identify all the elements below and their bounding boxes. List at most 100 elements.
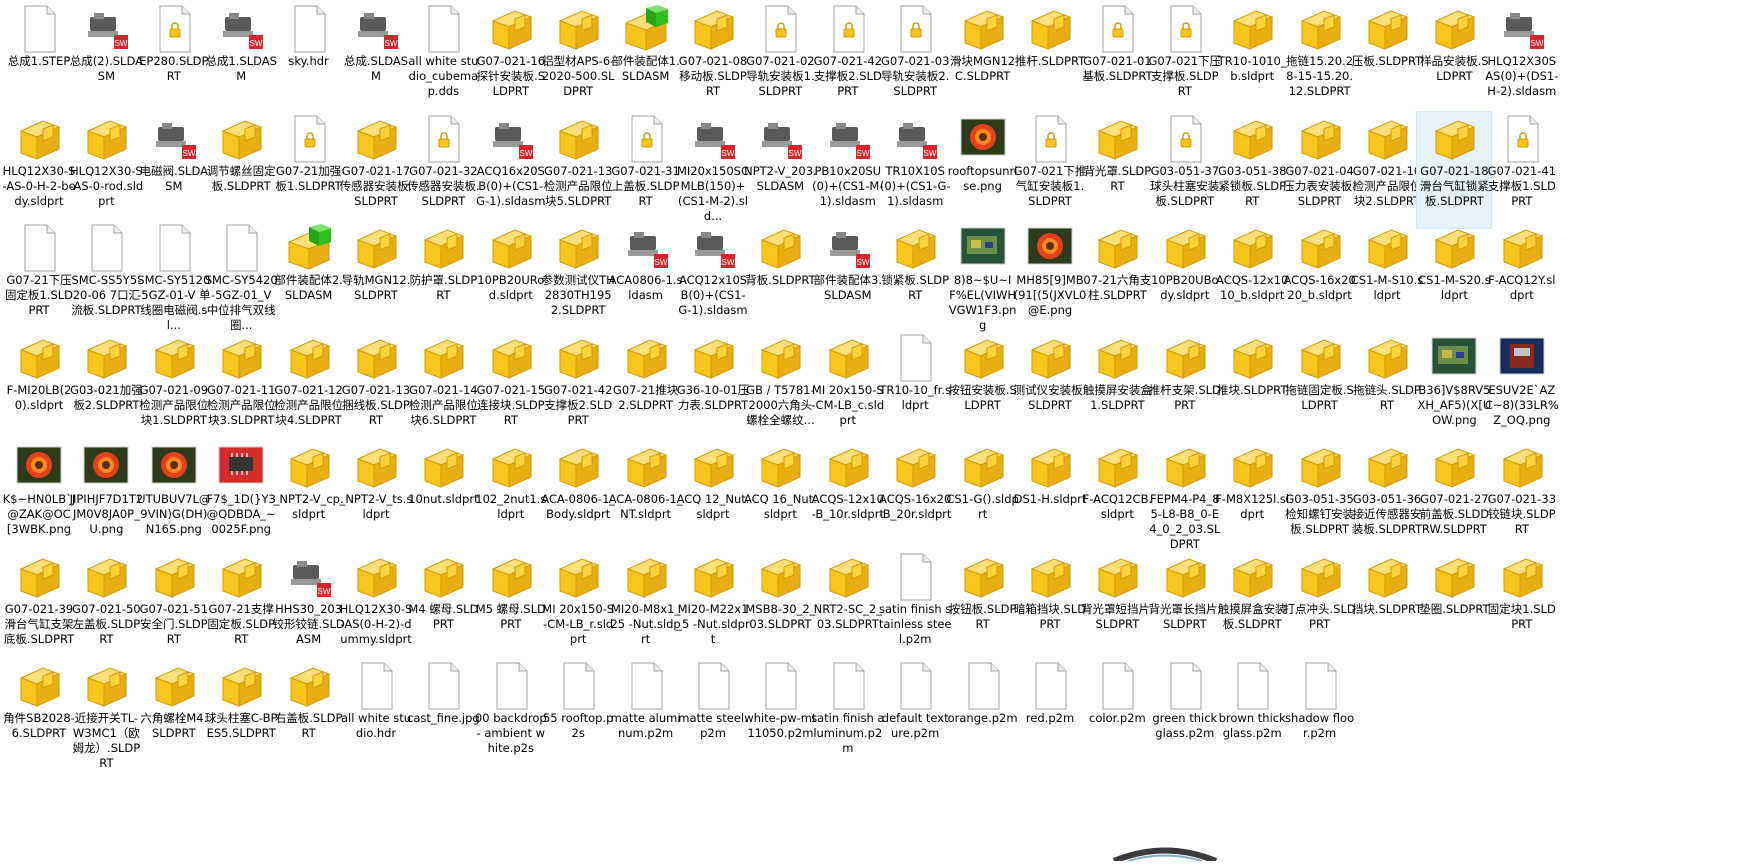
file-item[interactable]: JIPIHJF7D1T2JM0V8JA0P_U.png <box>69 440 143 556</box>
file-item[interactable]: G07-021-33铰链块.SLDPRT <box>1485 440 1559 556</box>
file-item[interactable]: 10nut.sldprt <box>406 440 480 556</box>
file-item[interactable]: SW HHS30_203铰形铰链.SLDASM <box>272 550 346 666</box>
file-item[interactable]: 拖链固定板.SLDPRT <box>1283 331 1357 447</box>
file-item[interactable]: G07-021下推气缸安装板1.SLDPRT <box>1013 112 1087 228</box>
file-item[interactable]: satin finish aluminum.p2m <box>811 659 885 775</box>
file-item[interactable]: HLQ12X30-S-AS(0-H-2)-dummy.sldprt <box>339 550 413 666</box>
file-item[interactable]: G07-021-39滑台气缸支架底板.SLDPRT <box>2 550 76 666</box>
file-item[interactable]: 打点冲头.SLDPRT <box>1283 550 1357 666</box>
file-item[interactable]: M4 螺母.SLDPRT <box>406 550 480 666</box>
file-item[interactable]: G07-021-13检测产品限位块5.SLDPRT <box>541 112 615 228</box>
file-item[interactable]: G07-021-42 支撑板2.SLDPRT <box>541 331 615 447</box>
file-item[interactable]: orange.p2m <box>946 659 1020 775</box>
file-item[interactable]: 防护罩.SLDPRT <box>406 221 480 337</box>
file-item[interactable]: SW ACQ12x10SB(0)+(CS1-G-1).sldasm <box>676 221 750 337</box>
file-item[interactable]: TR10-10_fr.sldprt <box>878 331 952 447</box>
file-item[interactable]: G07-21下压固定板1.SLDPRT <box>2 221 76 337</box>
file-item[interactable]: G07-021-09 检测产品限位块1.SLDPRT <box>137 331 211 447</box>
file-item[interactable]: ACQS-16x2020_b.sldprt <box>1283 221 1357 337</box>
file-item[interactable]: all white studio.hdr <box>339 659 413 775</box>
file-item[interactable]: F7$_1D(}Y3@QDBDA_~0025F.png <box>204 440 278 556</box>
file-item[interactable]: F-ACQ12Y.sldprt <box>1485 221 1559 337</box>
file-item[interactable]: G07-021-16探针安装板.SLDPRT <box>474 2 548 118</box>
file-item[interactable]: red.p2m <box>1013 659 1087 775</box>
file-item[interactable]: G07-021-10 检测产品限位块2.SLDPRT <box>1350 112 1424 228</box>
file-item[interactable]: shadow floor.p2m <box>1283 659 1357 775</box>
file-item[interactable]: G07-021-13捆线板.SLDPRT <box>339 331 413 447</box>
file-item[interactable]: MI 20x150-S-CM-LB_r.sldprt <box>541 550 615 666</box>
file-item[interactable]: 挡块.SLDPRT <box>1350 550 1424 666</box>
file-item[interactable]: K$~HN0LB`J@ZAK@OC[3WBK.png <box>2 440 76 556</box>
file-item[interactable]: G07-021-31上盖板.SLDPRT <box>609 112 683 228</box>
file-item[interactable]: G07-021下压支撑板.SLDPRT <box>1148 2 1222 118</box>
file-item[interactable]: HLQ12X30-S-AS-0-rod.sldprt <box>69 112 143 228</box>
file-item[interactable]: 总成1.STEP <box>2 2 76 118</box>
file-item[interactable]: SMC-SY5420-5GZ-01_V 中位排气双线圈... <box>204 221 278 337</box>
file-item[interactable]: ACQS-12x1010_b.sldprt <box>1215 221 1289 337</box>
file-item[interactable]: 背光罩长挡片.SLDPRT <box>1148 550 1222 666</box>
file-item[interactable]: 8)8~$U~IF%EL(VIWHVGW1F3.png <box>946 221 1020 337</box>
file-item[interactable]: 按钮板.SLDPRT <box>946 550 1020 666</box>
file-item[interactable]: SW ACQ16x20SB(0)+(CS1-G-1).sldasm <box>474 112 548 228</box>
file-item[interactable]: _NPT2-V_ts.sldprt <box>339 440 413 556</box>
file-item[interactable]: G03-051-35检知螺钉安装板.SLDPRT <box>1283 440 1357 556</box>
file-item[interactable]: F-ACQ12CB.sldprt <box>1080 440 1154 556</box>
file-item[interactable]: SW ACA0806-1.sldasm <box>609 221 683 337</box>
file-item[interactable]: G07-21加强板1.SLDPRT <box>272 112 346 228</box>
file-item[interactable]: satin finish stainless steel.p2m <box>878 550 952 666</box>
file-item[interactable]: 调节螺丝固定板.SLDPRT <box>204 112 278 228</box>
file-item[interactable]: 55 rooftop.p2s <box>541 659 615 775</box>
file-item[interactable]: 10PB20UBody.sldprt <box>1148 221 1222 337</box>
file-item[interactable]: EP280.SLDPRT <box>137 2 211 118</box>
file-item[interactable]: 样品安装板.SLDPRT <box>1417 2 1491 118</box>
file-item[interactable]: 推杆.SLDPRT <box>1013 2 1087 118</box>
file-item[interactable]: G03-051-38紧锁板.SLDPRT <box>1215 112 1289 228</box>
file-item[interactable]: G07-021-18滑台气缸锁紧板.SLDPRT <box>1416 110 1493 229</box>
file-item[interactable]: FEPM4-P4_85-L8-B8_0-E4_0_2_03.SLDPRT <box>1148 440 1222 556</box>
file-item[interactable]: 暗箱挡块.SLDPRT <box>1013 550 1087 666</box>
file-item[interactable]: G03-051-37 球头柱塞安装板.SLDPRT <box>1148 112 1222 228</box>
file-item[interactable]: CS1-M-S20.sldprt <box>1417 221 1491 337</box>
file-item[interactable]: G07-021-15连接块.SLDPRT <box>474 331 548 447</box>
file-item[interactable]: all white studio_cubemap.dds <box>406 2 480 118</box>
file-item[interactable]: G07-021-50 左盖板.SLDPRT <box>69 550 143 666</box>
file-item[interactable]: ACA-0806-1_NT.sldprt <box>609 440 683 556</box>
file-item[interactable]: default texture.p2m <box>878 659 952 775</box>
file-item[interactable]: ACQS-12x10-B_10r.sldprt <box>811 440 885 556</box>
file-item[interactable]: _NPT2-V_cp.sldprt <box>272 440 346 556</box>
file-item[interactable]: 滑块MGN12C.SLDPRT <box>946 2 1020 118</box>
file-item[interactable]: G07-021-11检测产品限位块3.SLDPRT <box>204 331 278 447</box>
file-item[interactable]: G03-021加强板2.SLDPRT <box>69 331 143 447</box>
file-item[interactable]: SMC-SS5Y5-20-06 7口汇流板.SLDPRT <box>69 221 143 337</box>
file-item[interactable]: G03-051-36接近传感器安装板.SLDPRT <box>1350 440 1424 556</box>
file-item[interactable]: SW 总成1.SLDASM <box>204 2 278 118</box>
file-item[interactable]: SW NPT2-V_203.SLDASM <box>743 112 817 228</box>
file-item[interactable]: G36-10-01压力表.SLDPRT <box>676 331 750 447</box>
file-item[interactable]: G07-021-04压力表安装板.SLDPRT <box>1283 112 1357 228</box>
file-item[interactable]: white-pw-mt11050.p2m <box>743 659 817 775</box>
file-item[interactable]: UTUBUV7L@9VIN)G(DH)N16S.png <box>137 440 211 556</box>
file-item[interactable]: HLQ12X30-S-AS-0-H-2-body.sldprt <box>2 112 76 228</box>
file-item[interactable]: G07-21推块2.SLDPRT <box>609 331 683 447</box>
file-item[interactable]: 推块.SLDPRT <box>1215 331 1289 447</box>
file-item[interactable]: B36]V$8RV5XH_AF5)(X[UOW.png <box>1417 331 1491 447</box>
file-item[interactable]: G07-021-41支撑板1.SLDPRT <box>1485 112 1559 228</box>
file-item[interactable]: 触摸屏安装盒1.SLDPRT <box>1080 331 1154 447</box>
file-item[interactable]: 近接开关TL-W3MC1（欧姆龙）.SLDPRT <box>69 659 143 775</box>
file-item[interactable]: cast_fine.jpg <box>406 659 480 775</box>
file-item[interactable]: NRT2-SC_2_03.SLDPRT <box>811 550 885 666</box>
file-item[interactable]: 触摸屏盒安装板.SLDPRT <box>1215 550 1289 666</box>
file-item[interactable]: 右盖板.SLDPRT <box>272 659 346 775</box>
file-item[interactable]: ESUV2E`AZC~8)(33LR%Z_OQ.png <box>1485 331 1559 447</box>
file-item[interactable]: F-M8X125l.sldprt <box>1215 440 1289 556</box>
file-item[interactable]: 铝型材APS-6-2020-500.SLDPRT <box>541 2 615 118</box>
file-item[interactable]: MI20-M8x1_25 -Nut.sldprt <box>609 550 683 666</box>
file-item[interactable]: SW 电磁阀.SLDASM <box>137 112 211 228</box>
file-item[interactable]: TR10-1010_b.sldprt <box>1215 2 1289 118</box>
file-item[interactable]: 角件SB2028-6.SLDPRT <box>2 659 76 775</box>
file-item[interactable]: G07-021-51安全门.SLDPRT <box>137 550 211 666</box>
file-item[interactable]: SW HLQ12X30SAS(0)+(DS1-H-2).sldasm <box>1485 2 1559 118</box>
file-item[interactable]: 压板.SLDPRT <box>1350 2 1424 118</box>
file-item[interactable]: 102_2nut1.sldprt <box>474 440 548 556</box>
file-item[interactable]: 推杆支架.SLDPRT <box>1148 331 1222 447</box>
